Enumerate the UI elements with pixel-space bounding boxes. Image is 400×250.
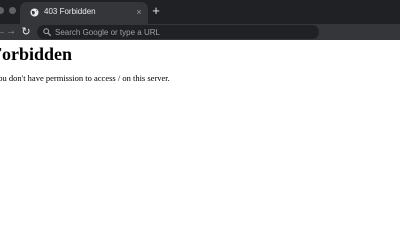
tab-close-icon[interactable]: × (134, 7, 144, 17)
address-input[interactable] (55, 25, 315, 39)
forward-button[interactable]: → (5, 25, 17, 39)
browser-toolbar: ← → ↻ (0, 24, 400, 40)
page-title: Forbidden (0, 44, 73, 64)
tab-active[interactable]: 403 Forbidden × (20, 2, 148, 24)
window-close-icon[interactable] (0, 7, 4, 14)
search-icon (43, 28, 51, 36)
tab-title: 403 Forbidden (44, 7, 96, 16)
browser-tab-strip: 403 Forbidden × + (0, 0, 400, 24)
window-minimize-icon[interactable] (9, 7, 16, 14)
globe-icon (30, 8, 39, 17)
page-content: Forbidden You don't have permission to a… (0, 40, 400, 250)
error-message: You don't have permission to access / on… (0, 73, 170, 83)
new-tab-button[interactable]: + (150, 4, 162, 17)
address-bar[interactable] (37, 25, 319, 39)
reload-button[interactable]: ↻ (20, 25, 32, 39)
